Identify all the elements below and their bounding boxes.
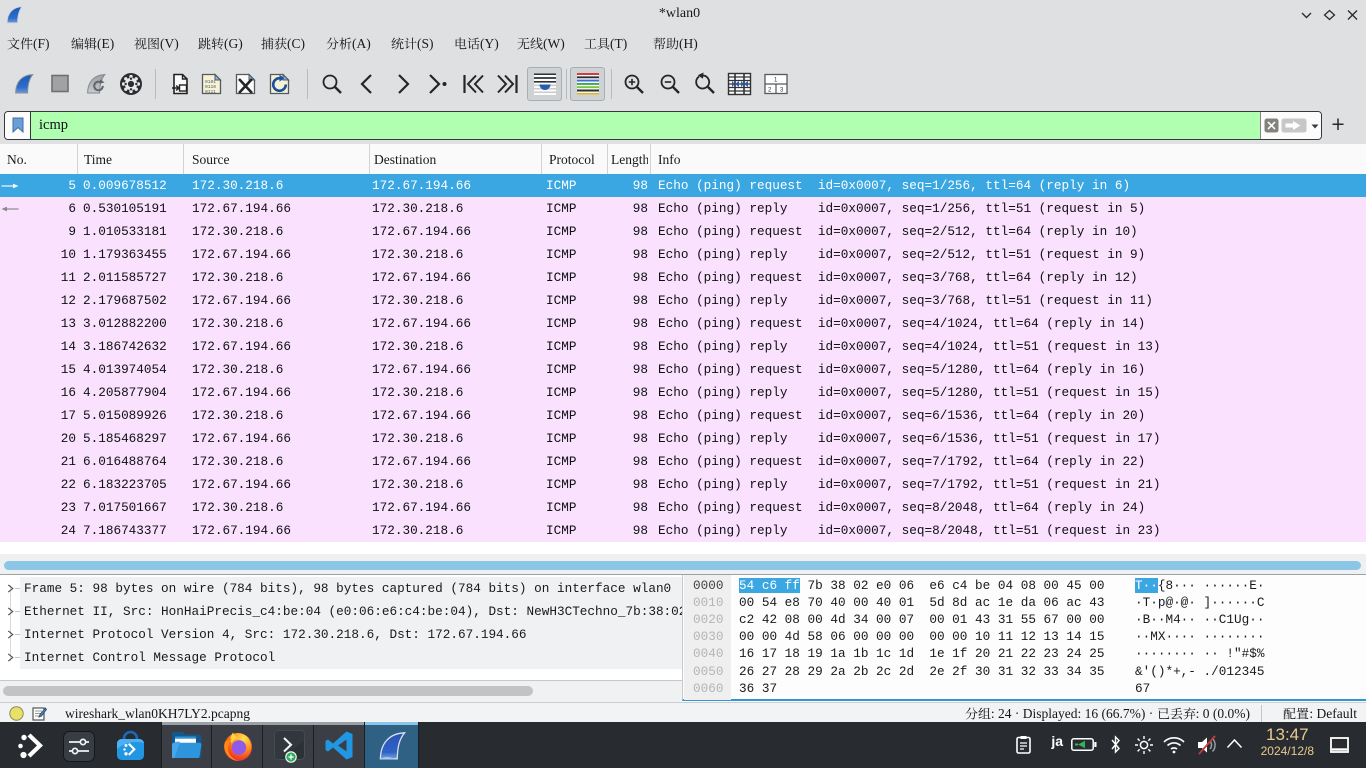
- svg-text:0111: 0111: [205, 89, 216, 95]
